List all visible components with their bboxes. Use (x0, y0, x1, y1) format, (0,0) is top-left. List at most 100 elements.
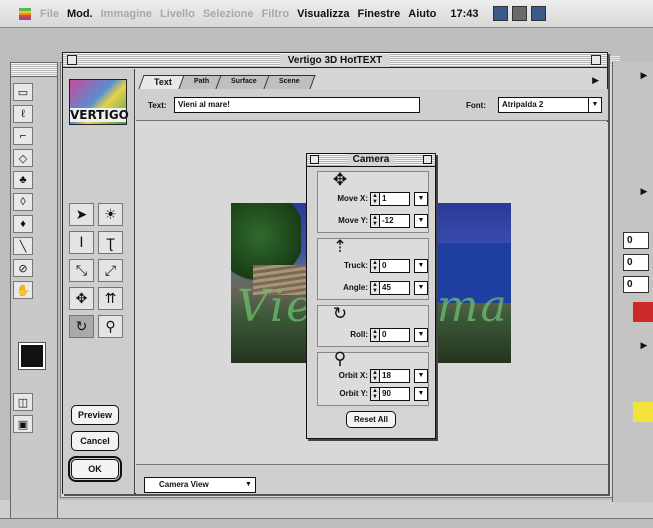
view-select[interactable]: Camera View ▼ (144, 477, 256, 493)
foreground-color-swatch[interactable] (18, 342, 46, 370)
angle-input[interactable]: 45 (380, 281, 410, 295)
zoom-box-icon[interactable] (591, 55, 601, 65)
eyedropper-tool-icon[interactable]: ⊘ (13, 259, 33, 277)
truck-row: Truck: ▲ ▼ 0 ▼ (318, 259, 430, 274)
spinner-arrows-icon[interactable]: ▲ ▼ (370, 369, 380, 383)
camera-title: Camera (347, 154, 395, 166)
camera-titlebar[interactable]: Camera (307, 154, 435, 167)
reset-all-button[interactable]: Reset All (346, 411, 396, 428)
screen-mode-icon[interactable]: ▣ (13, 415, 33, 433)
angle-label: Angle: (343, 283, 368, 292)
chevron-down-icon[interactable]: ▼ (414, 328, 428, 342)
orbit-x-input[interactable]: 18 (380, 369, 410, 383)
move-icon: ✥ (332, 170, 348, 189)
palette-menu-arrow-icon[interactable]: ▶ (635, 68, 653, 82)
tab-scene[interactable]: Scene (263, 75, 315, 89)
color-swatch[interactable] (633, 302, 653, 322)
text-settings-bar: Text: Vieni al mare! Font: Atripalda 2 ▼ (136, 89, 608, 121)
menu-mod[interactable]: Mod. (67, 8, 93, 20)
truck-icon: ⇡ (332, 237, 348, 256)
chevron-down-icon[interactable]: ▼ (414, 369, 428, 383)
vertigo-titlebar[interactable]: Vertigo 3D HotTEXT (63, 53, 607, 68)
chevron-down-icon[interactable]: ▼ (414, 387, 428, 401)
lasso-tool-icon[interactable]: ℓ (13, 105, 33, 123)
spinner-arrows-icon[interactable]: ▲ ▼ (370, 387, 380, 401)
spinner-arrows-icon[interactable]: ▲ ▼ (370, 214, 380, 228)
smudge-tool-icon[interactable]: ◊ (13, 193, 33, 211)
orbit-x-row: Orbit X: ▲ ▼ 18 ▼ (318, 369, 430, 384)
desktop-bottom-strip (0, 518, 653, 528)
line-tool-icon[interactable]: ╲ (13, 237, 33, 255)
menu-livello[interactable]: Livello (160, 8, 195, 20)
move-y-input[interactable]: -12 (380, 214, 410, 228)
spinner-arrows-icon[interactable]: ▲ ▼ (370, 259, 380, 273)
chevron-down-icon[interactable]: ▼ (414, 259, 428, 273)
font-select[interactable]: Atripalda 2 ▼ (498, 97, 602, 113)
close-box-icon[interactable] (67, 55, 77, 65)
menu-immagine[interactable]: Immagine (101, 8, 152, 20)
spinner-arrows-icon[interactable]: ▲ ▼ (370, 192, 380, 206)
photoshop-icon[interactable] (530, 6, 546, 21)
apple-menu-icon[interactable] (18, 7, 32, 21)
font-label: Font: (466, 101, 486, 110)
roll-tool-icon[interactable]: ↻ (69, 315, 94, 338)
menu-selezione[interactable]: Selezione (203, 8, 254, 20)
roll-group: ↻ Roll: ▲ ▼ 0 ▼ (317, 304, 429, 347)
spinner-arrows-icon[interactable]: ▲ ▼ (370, 328, 380, 342)
chevron-down-icon[interactable]: ▼ (414, 214, 428, 228)
preview-button[interactable]: Preview (71, 405, 119, 425)
scale-tool-icon[interactable]: ⤡ (69, 259, 94, 282)
pen-tool-icon[interactable]: ♦ (13, 215, 33, 233)
move-tool-icon[interactable]: ✥ (69, 287, 94, 310)
move-x-input[interactable]: 1 (380, 192, 410, 206)
roll-input[interactable]: 0 (380, 328, 410, 342)
menu-aiuto[interactable]: Aiuto (408, 8, 436, 20)
menu-finestre[interactable]: Finestre (357, 8, 400, 20)
crop-tool-icon[interactable]: ⌐ (13, 127, 33, 145)
tabs-menu-arrow-icon[interactable]: ▶ (592, 75, 599, 86)
color-swatch[interactable] (633, 402, 653, 422)
orbit-icon: ⚲ (333, 349, 347, 368)
stamp-tool-icon[interactable]: ♣ (13, 171, 33, 189)
menu-clock: 17:43 (450, 7, 479, 20)
ok-button[interactable]: OK (68, 456, 122, 482)
resize-tool-icon[interactable]: ⤢ (98, 259, 123, 282)
toolbox-titlebar[interactable] (11, 63, 57, 77)
palette-value-field[interactable]: 0 (623, 276, 649, 293)
palette-menu-arrow-icon[interactable]: ▶ (635, 338, 653, 352)
move-y-row: Move Y: ▲ ▼ -12 ▼ (318, 214, 430, 229)
chevron-down-icon[interactable]: ▼ (414, 281, 428, 295)
close-box-icon[interactable] (310, 155, 319, 164)
arrow-tool-icon[interactable]: ➤ (69, 203, 94, 226)
orbit-y-input[interactable]: 90 (380, 387, 410, 401)
move-group: ✥ Move X: ▲ ▼ 1 ▼ Move Y: ▲ ▼ -12 ▼ (317, 170, 430, 233)
text-rotate-tool-icon[interactable]: Ʈ (98, 231, 123, 254)
tab-text-label: Text (154, 77, 172, 87)
chevron-down-icon[interactable]: ▼ (414, 192, 428, 206)
menu-filtro[interactable]: Filtro (262, 8, 290, 20)
text-tool-icon[interactable]: Ⅰ (69, 231, 94, 254)
standard-mode-icon[interactable]: ◫ (13, 393, 33, 411)
application-menu-icon[interactable] (492, 6, 508, 21)
palette-menu-arrow-icon[interactable]: ▶ (635, 184, 653, 198)
zoom-box-icon[interactable] (423, 155, 432, 164)
marquee-tool-icon[interactable]: ▭ (13, 83, 33, 101)
sharing-icon[interactable] (511, 6, 527, 21)
eraser-tool-icon[interactable]: ◇ (13, 149, 33, 167)
orbit-y-row: Orbit Y: ▲ ▼ 90 ▼ (318, 387, 430, 402)
cancel-button[interactable]: Cancel (71, 431, 119, 451)
menu-file[interactable]: File (40, 8, 59, 20)
text-input[interactable]: Vieni al mare! (174, 97, 420, 113)
menu-visualizza[interactable]: Visualizza (297, 8, 349, 20)
truck-label: Truck: (343, 261, 368, 270)
layers-palette: ▶ ▶ 0 0 0 ▶ (612, 62, 653, 502)
palette-value-field[interactable]: 0 (623, 232, 649, 249)
light-tool-icon[interactable]: ☀ (98, 203, 123, 226)
spinner-arrows-icon[interactable]: ▲ ▼ (370, 281, 380, 295)
orbit-tool-icon[interactable]: ⚲ (98, 315, 123, 338)
truck-input[interactable]: 0 (380, 259, 410, 273)
hand-tool-icon[interactable]: ✋ (13, 281, 33, 299)
palette-value-field[interactable]: 0 (623, 254, 649, 271)
chevron-down-icon: ▼ (245, 481, 252, 488)
truck-tool-icon[interactable]: ⇈ (98, 287, 123, 310)
